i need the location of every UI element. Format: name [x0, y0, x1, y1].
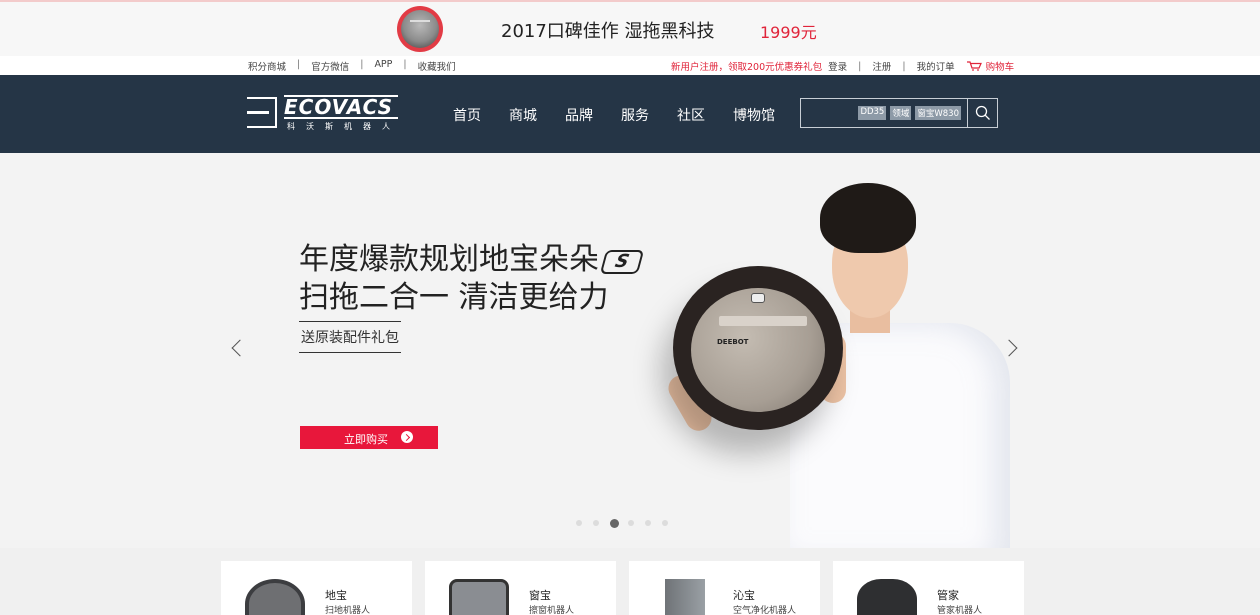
nav-item-museum[interactable]: 博物馆	[733, 105, 775, 125]
category-card-window[interactable]: 窗宝 擦窗机器人	[425, 561, 616, 615]
gift-note: 送原装配件礼包	[299, 321, 401, 353]
promo-price: 1999元	[760, 23, 817, 42]
category-strip: 地宝 扫地机器人 窗宝 擦窗机器人 沁宝 空气净化机器人 管家 管家机器人	[0, 548, 1260, 615]
s-badge-icon: S	[599, 250, 645, 274]
ecovacs-logo[interactable]: ECOVACS 科沃斯机器人	[247, 95, 401, 131]
search-tag[interactable]: 窗宝W830	[915, 106, 961, 120]
carousel-prev-icon[interactable]	[231, 339, 249, 357]
link-bookmark[interactable]: 收藏我们	[418, 59, 456, 73]
carousel-dot[interactable]	[576, 520, 582, 526]
headline-line-1: 年度爆款规划地宝朵朵	[299, 242, 599, 277]
butler-robot-image	[857, 579, 917, 615]
my-orders-link[interactable]: 我的订单	[917, 59, 955, 73]
category-card-air[interactable]: 沁宝 空气净化机器人	[629, 561, 820, 615]
cart-icon[interactable]	[966, 61, 982, 71]
buy-now-button[interactable]: 立即购买	[300, 426, 438, 449]
floor-robot-image	[245, 579, 305, 615]
carousel-dot[interactable]	[645, 520, 651, 526]
search-icon	[975, 105, 990, 120]
link-app[interactable]: APP	[374, 59, 392, 73]
carousel-dot[interactable]	[628, 520, 634, 526]
promo-product-thumbnail	[397, 6, 443, 52]
search-tag[interactable]: DD35	[858, 106, 887, 120]
category-card-butler[interactable]: 管家 管家机器人	[833, 561, 1024, 615]
logo-mark-icon	[247, 97, 277, 128]
carousel-dot-active[interactable]	[610, 519, 619, 528]
link-official-wechat[interactable]: 官方微信	[311, 59, 349, 73]
category-desc: 扫地机器人	[325, 606, 371, 615]
headline-line-2: 扫拖二合一 清洁更给力	[299, 280, 609, 315]
link-points-mall[interactable]: 积分商城	[248, 59, 286, 73]
hero-headline: 年度爆款规划地宝朵朵 S 扫拖二合一 清洁更给力	[299, 241, 645, 317]
category-desc: 空气净化机器人	[733, 606, 797, 615]
category-desc: 管家机器人	[937, 606, 983, 615]
carousel-dots	[576, 519, 679, 528]
divider: |	[902, 60, 906, 72]
hero-carousel: 年度爆款规划地宝朵朵 S 扫拖二合一 清洁更给力 送原装配件礼包 立即购买 DEE…	[0, 153, 1260, 548]
category-name: 窗宝	[529, 589, 551, 602]
login-link[interactable]: 登录	[828, 59, 847, 73]
nav-menu: 首页 商城 品牌 服务 社区 博物馆	[453, 105, 775, 125]
promo-title: 2017口碑佳作 湿拖黑科技	[501, 21, 715, 42]
search-box[interactable]: DD35 领域 窗宝W830	[800, 98, 998, 128]
nav-item-service[interactable]: 服务	[621, 105, 649, 125]
robot-product-image: DEEBOT	[673, 266, 843, 430]
search-tag[interactable]: 领域	[890, 106, 912, 120]
logo-subtitle: 科沃斯机器人	[287, 122, 401, 131]
divider: |	[360, 59, 364, 70]
cart-link[interactable]: 购物车	[986, 59, 1015, 73]
carousel-dot[interactable]	[593, 520, 599, 526]
robot-brand-label: DEEBOT	[717, 338, 749, 346]
logo-word: ECOVACS	[284, 95, 398, 119]
air-purifier-image	[665, 579, 705, 615]
nav-item-home[interactable]: 首页	[453, 105, 481, 125]
divider: |	[858, 60, 862, 72]
top-promo-banner[interactable]: 2017口碑佳作 湿拖黑科技 1999元	[0, 0, 1260, 56]
search-button[interactable]	[967, 99, 997, 127]
nav-item-mall[interactable]: 商城	[509, 105, 537, 125]
category-desc: 擦窗机器人	[529, 606, 575, 615]
window-robot-image	[449, 579, 509, 615]
main-nav: ECOVACS 科沃斯机器人 首页 商城 品牌 服务 社区 博物馆 DD35 领…	[0, 75, 1260, 153]
category-name: 管家	[937, 589, 959, 602]
register-promo-link[interactable]: 新用户注册，领取200元优惠券礼包	[671, 59, 822, 73]
arrow-right-icon	[401, 431, 413, 443]
carousel-dot[interactable]	[662, 520, 668, 526]
buy-now-label: 立即购买	[344, 433, 388, 446]
category-name: 沁宝	[733, 589, 755, 602]
divider: |	[297, 59, 301, 70]
nav-item-community[interactable]: 社区	[677, 105, 705, 125]
category-card-floor[interactable]: 地宝 扫地机器人	[221, 561, 412, 615]
divider: |	[403, 59, 407, 70]
category-name: 地宝	[325, 589, 347, 602]
register-link[interactable]: 注册	[872, 59, 891, 73]
utility-bar: 积分商城 | 官方微信 | APP | 收藏我们 新用户注册，领取200元优惠券…	[0, 56, 1260, 75]
nav-item-brand[interactable]: 品牌	[565, 105, 593, 125]
